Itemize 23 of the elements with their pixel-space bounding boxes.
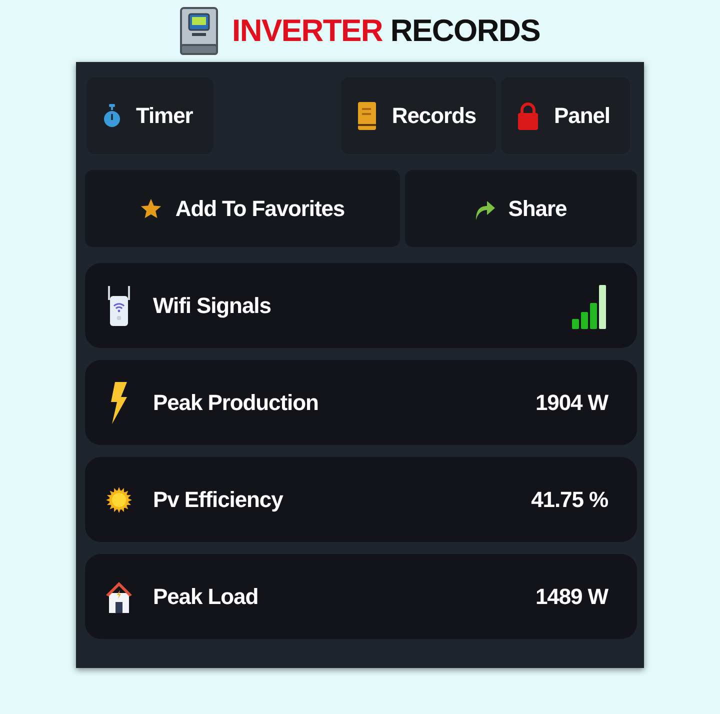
stat-value: 41.75 % — [531, 486, 608, 514]
stat-value: 1489 W — [535, 583, 608, 611]
toolbar-button[interactable]: Timer — [87, 77, 213, 154]
action-button[interactable]: Add To Favorites — [85, 170, 400, 247]
toolbar-button[interactable]: Records — [340, 77, 496, 154]
stat-value: 1904 W — [535, 389, 608, 417]
signal-bars-icon — [572, 282, 608, 328]
lock-icon — [518, 102, 538, 130]
lightning-icon — [110, 382, 128, 424]
toolbar-button[interactable]: Panel — [501, 77, 630, 154]
stat-label: Wifi Signals — [153, 292, 271, 320]
sun-icon — [106, 486, 132, 512]
book-icon — [358, 102, 376, 130]
wifi-extender-icon — [107, 286, 131, 326]
stat-label: Peak Production — [153, 389, 318, 417]
star-icon — [140, 198, 162, 220]
stat-label: Pv Efficiency — [153, 486, 283, 514]
inverter-icon — [180, 7, 218, 55]
stat-label: Peak Load — [153, 583, 258, 611]
stopwatch-icon — [104, 104, 120, 128]
action-button[interactable]: Share — [405, 170, 637, 247]
page-title: INVERTER RECORDS — [232, 12, 540, 50]
house-icon — [106, 580, 132, 612]
